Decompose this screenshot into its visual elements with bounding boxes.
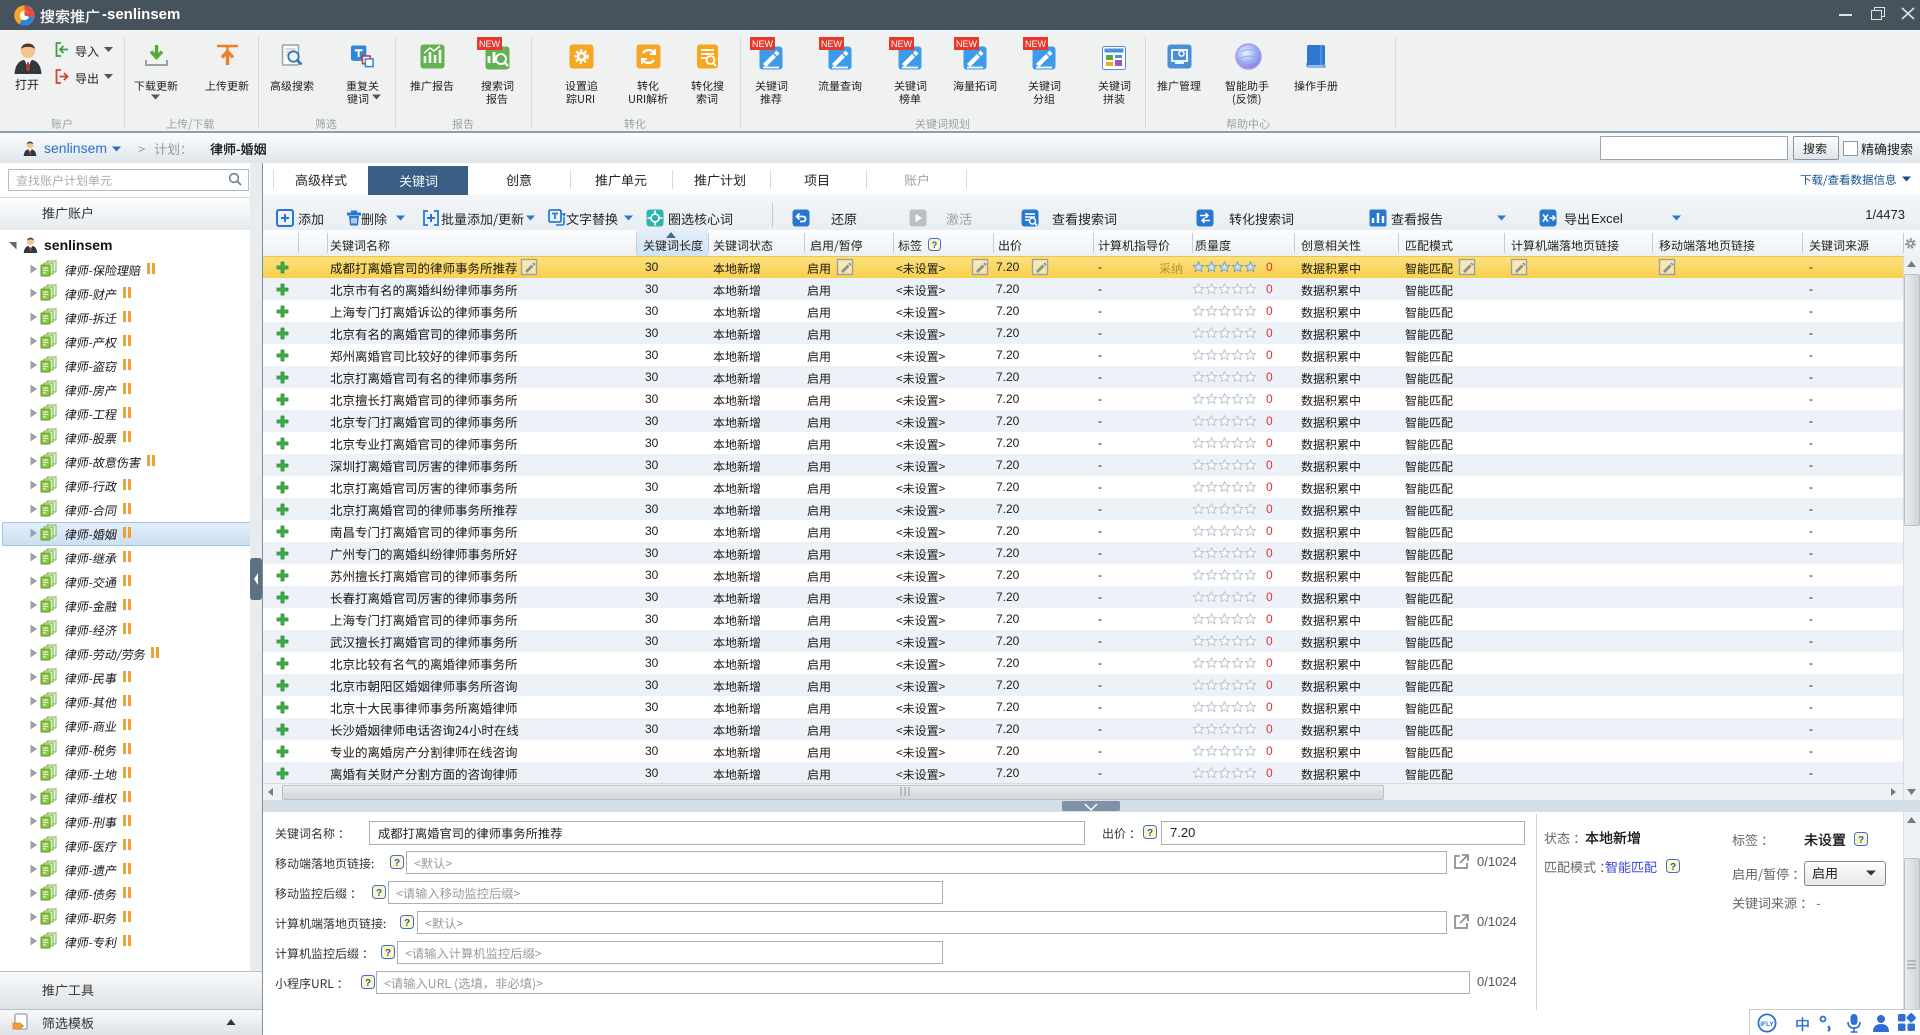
svg-text:NEW: NEW [479,39,501,49]
svg-text:?: ? [932,240,938,250]
svg-text:?: ? [1147,828,1153,839]
svg-text:?: ? [365,978,371,989]
svg-text:NEW: NEW [1025,39,1047,49]
svg-text:iFLY: iFLY [1760,1021,1774,1028]
svg-text:?: ? [394,858,400,869]
svg-text:?: ? [376,888,382,899]
svg-text:?: ? [1858,835,1864,846]
svg-text:NEW: NEW [891,39,913,49]
svg-text:?: ? [385,948,391,959]
svg-text:?: ? [404,918,410,929]
svg-text:NEW: NEW [956,39,978,49]
svg-text:NEW: NEW [752,39,774,49]
svg-text:NEW: NEW [821,39,843,49]
svg-text:?: ? [1670,862,1676,873]
